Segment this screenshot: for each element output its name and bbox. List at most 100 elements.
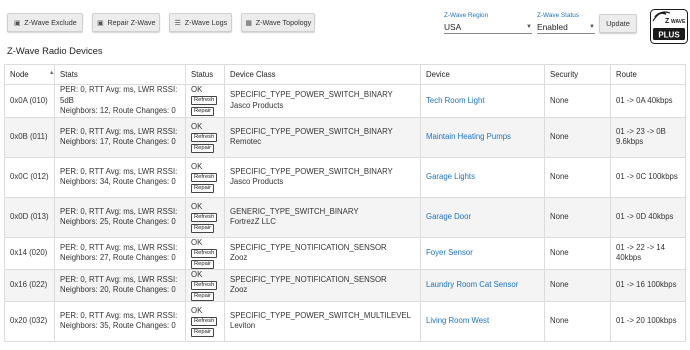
- repair-button[interactable]: Repair: [191, 143, 215, 153]
- refresh-button[interactable]: Refresh: [191, 280, 218, 290]
- node-cell: 0x0A (010): [4, 84, 55, 118]
- device-cell: Living Room West: [420, 300, 545, 342]
- device-cell: Tech Room Light: [420, 84, 545, 118]
- table-row: 0x16 (022) PER: 0, RTT Avg: ms, LWR RSSI:…: [4, 268, 686, 302]
- zwave-logs-button[interactable]: ☰ Z-Wave Logs: [169, 13, 232, 32]
- status-cell: OK Refresh Repair: [185, 156, 225, 198]
- column-header-stats[interactable]: Stats: [54, 64, 186, 85]
- stats-cell: PER: 0, RTT Avg: ms, LWR RSSI: Neighbors:…: [54, 196, 186, 238]
- route-line-1: 01 -> 23 -> 0B: [616, 126, 666, 136]
- stats-line-2: Neighbors: 17, Route Changes: 0: [60, 137, 176, 147]
- node-cell: 0x0C (012): [4, 156, 55, 198]
- zwave-exclude-button[interactable]: ▣ Z-Wave Exclude: [7, 13, 83, 32]
- repair-button[interactable]: Repair: [191, 107, 215, 117]
- route-line-2: 9.6kbps: [616, 137, 644, 147]
- logo-wave: WAVE: [671, 19, 686, 25]
- device-manufacturer: Jasco Products: [230, 100, 284, 110]
- stats-line-1: PER: 0, RTT Avg: ms, LWR RSSI:: [60, 242, 178, 252]
- repair-button[interactable]: Repair: [191, 327, 215, 337]
- route-cell: 01 -> 22 -> 14 40kbps: [610, 236, 686, 270]
- repair-zwave-button[interactable]: ▣ Repair Z-Wave: [92, 13, 160, 32]
- stats-cell: PER: 0, RTT Avg: ms, LWR RSSI: Neighbors:…: [54, 300, 186, 342]
- column-header-node[interactable]: Node ▲: [4, 64, 55, 85]
- stats-line-1: PER: 0, RTT Avg: ms, LWR RSSI:: [60, 126, 178, 136]
- column-header-security[interactable]: Security: [544, 64, 611, 85]
- status-text: OK: [191, 85, 203, 95]
- status-text: OK: [191, 237, 203, 247]
- update-button[interactable]: Update: [599, 14, 637, 33]
- device-class-type: SPECIFIC_TYPE_POWER_SWITCH_MULTILEVEL: [230, 310, 411, 320]
- refresh-button[interactable]: Refresh: [191, 248, 218, 258]
- zwave-topology-button[interactable]: ▦ Z-Wave Topology: [241, 13, 315, 32]
- device-link[interactable]: Living Room West: [426, 316, 489, 325]
- refresh-button[interactable]: Refresh: [191, 96, 218, 106]
- device-class-cell: SPECIFIC_TYPE_POWER_SWITCH_BINARY Remotec: [224, 116, 421, 158]
- status-text: OK: [191, 201, 203, 211]
- zwave-region-select[interactable]: Z-Wave Region USA ▼: [444, 12, 532, 34]
- table-row: 0x0B (011) PER: 0, RTT Avg: ms, LWR RSSI:…: [4, 116, 686, 158]
- device-link[interactable]: Maintain Heating Pumps: [426, 132, 511, 141]
- status-cell: OK Refresh Repair: [185, 196, 225, 238]
- route-line-1: 01 -> 0A 40kbps: [616, 95, 673, 105]
- stats-line-2: Neighbors: 35, Route Changes: 0: [60, 321, 176, 331]
- route-line-1: 01 -> 22 -> 14: [616, 242, 665, 252]
- column-header-status[interactable]: Status: [185, 64, 225, 85]
- zwave-region-value-box[interactable]: USA ▼: [444, 21, 532, 34]
- zwave-logs-label: Z-Wave Logs: [184, 18, 228, 27]
- device-cell: Laundry Room Cat Sensor: [420, 268, 545, 302]
- node-cell: 0x0B (011): [4, 116, 55, 158]
- repair-button[interactable]: Repair: [191, 291, 215, 301]
- repair-button[interactable]: Repair: [191, 223, 215, 233]
- stats-cell: PER: 0, RTT Avg: ms, LWR RSSI: Neighbors:…: [54, 116, 186, 158]
- node-cell: 0x14 (020): [4, 236, 55, 270]
- refresh-button[interactable]: Refresh: [191, 316, 218, 326]
- topology-icon: ▦: [245, 19, 253, 27]
- device-class-type: SPECIFIC_TYPE_POWER_SWITCH_BINARY: [230, 90, 393, 100]
- device-manufacturer: Leviton: [230, 321, 256, 331]
- security-cell: None: [544, 268, 611, 302]
- table-row: 0x20 (032) PER: 0, RTT Avg: ms, LWR RSSI:…: [4, 300, 686, 342]
- repair-icon: ▣: [97, 19, 104, 27]
- device-cell: Maintain Heating Pumps: [420, 116, 545, 158]
- zwave-status-select[interactable]: Z-Wave Status Enabled ▼: [537, 12, 595, 34]
- node-cell: 0x16 (022): [4, 268, 55, 302]
- table-header-row: Node ▲ Stats Status Device Class Device S…: [4, 64, 686, 85]
- section-title: Z-Wave Radio Devices: [7, 45, 103, 56]
- device-class-type: SPECIFIC_TYPE_NOTIFICATION_SENSOR: [230, 242, 387, 252]
- repair-button[interactable]: Repair: [191, 183, 215, 193]
- table-row: 0x0A (010) PER: 0, RTT Avg: ms, LWR RSSI:…: [4, 84, 686, 118]
- stats-line-1: PER: 0, RTT Avg: ms, LWR RSSI:: [60, 206, 178, 216]
- column-header-route[interactable]: Route: [610, 64, 686, 85]
- device-class-type: SPECIFIC_TYPE_POWER_SWITCH_BINARY: [230, 126, 393, 136]
- status-text: OK: [191, 121, 203, 131]
- stats-line-2: Neighbors: 20, Route Changes: 0: [60, 285, 176, 295]
- stats-line-1: PER: 0, RTT Avg: ms, LWR RSSI:: [60, 310, 178, 320]
- logo-plus: PLUS: [658, 31, 680, 40]
- column-header-device[interactable]: Device: [420, 64, 545, 85]
- repair-button[interactable]: Repair: [191, 259, 215, 269]
- zwave-devices-table: Node ▲ Stats Status Device Class Device S…: [4, 64, 686, 342]
- device-cell: Foyer Sensor: [420, 236, 545, 270]
- column-header-device-class[interactable]: Device Class: [224, 64, 421, 85]
- device-link[interactable]: Laundry Room Cat Sensor: [426, 280, 518, 289]
- refresh-button[interactable]: Refresh: [191, 132, 218, 142]
- repair-zwave-label: Repair Z-Wave: [107, 18, 156, 27]
- device-link[interactable]: Tech Room Light: [426, 96, 485, 105]
- stats-line-1: PER: 0, RTT Avg: ms, LWR RSSI:: [60, 274, 178, 284]
- refresh-button[interactable]: Refresh: [191, 172, 218, 182]
- stats-cell: PER: 0, RTT Avg: ms, LWR RSSI: Neighbors:…: [54, 268, 186, 302]
- zwave-region-label: Z-Wave Region: [444, 12, 489, 19]
- device-link[interactable]: Foyer Sensor: [426, 248, 473, 257]
- route-cell: 01 -> 16 100kbps: [610, 268, 686, 302]
- stats-line-2: Neighbors: 27, Route Changes: 0: [60, 253, 176, 263]
- zwave-status-label: Z-Wave Status: [537, 12, 580, 19]
- device-class-cell: SPECIFIC_TYPE_NOTIFICATION_SENSOR Zooz: [224, 268, 421, 302]
- device-link[interactable]: Garage Door: [426, 212, 471, 221]
- logo-z: Z: [665, 18, 670, 25]
- column-header-node-label: Node: [10, 70, 29, 79]
- status-cell: OK Refresh Repair: [185, 300, 225, 342]
- device-link[interactable]: Garage Lights: [426, 172, 475, 181]
- status-cell: OK Refresh Repair: [185, 268, 225, 302]
- refresh-button[interactable]: Refresh: [191, 212, 218, 222]
- zwave-status-value-box[interactable]: Enabled ▼: [537, 21, 595, 34]
